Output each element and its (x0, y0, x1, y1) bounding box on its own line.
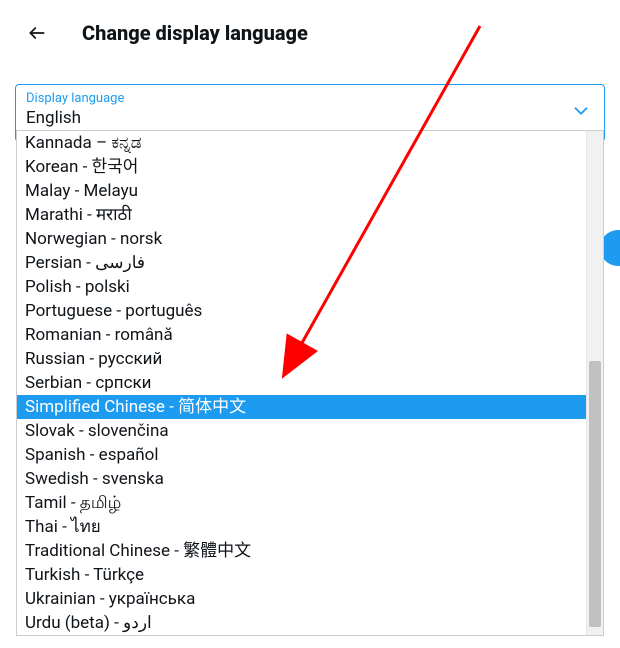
language-option[interactable]: Romanian - română (17, 323, 586, 347)
header: Change display language (0, 0, 620, 66)
language-dropdown: Kannada – ಕನ್ನಡKorean - 한국어Malay - Melay… (16, 130, 604, 636)
language-option[interactable]: Norwegian - norsk (17, 227, 586, 251)
language-option[interactable]: Marathi - मराठी (17, 203, 586, 227)
language-option[interactable]: Turkish - Türkçe (17, 563, 586, 587)
select-value: English (26, 108, 594, 128)
back-button[interactable] (20, 16, 54, 50)
language-option[interactable]: Swedish - svenska (17, 467, 586, 491)
language-option[interactable]: Simplified Chinese - 简体中文 (17, 395, 586, 419)
scrollbar-track[interactable] (586, 131, 603, 635)
arrow-left-icon (27, 23, 47, 43)
language-option[interactable]: Slovak - slovenčina (17, 419, 586, 443)
language-option[interactable]: Portuguese - português (17, 299, 586, 323)
chevron-down-icon (570, 100, 592, 126)
language-option[interactable]: Malay - Melayu (17, 179, 586, 203)
language-option[interactable]: Persian - فارسی (17, 251, 586, 275)
language-option[interactable]: Polish - polski (17, 275, 586, 299)
select-label: Display language (26, 91, 594, 106)
language-option[interactable]: Spanish - español (17, 443, 586, 467)
page-title: Change display language (82, 21, 308, 45)
language-option[interactable]: Russian - русский (17, 347, 586, 371)
options-list: Kannada – ಕನ್ನಡKorean - 한국어Malay - Melay… (17, 131, 586, 635)
scrollbar-thumb[interactable] (589, 361, 601, 627)
language-option[interactable]: Urdu (beta) - اردو (17, 611, 586, 635)
language-option[interactable]: Thai - ไทย (17, 515, 586, 539)
language-option[interactable]: Serbian - српски (17, 371, 586, 395)
language-option[interactable]: Kannada – ಕನ್ನಡ (17, 131, 586, 155)
language-option[interactable]: Korean - 한국어 (17, 155, 586, 179)
language-option[interactable]: Tamil - தமிழ் (17, 491, 586, 515)
language-option[interactable]: Traditional Chinese - 繁體中文 (17, 539, 586, 563)
language-option[interactable]: Ukrainian - українська (17, 587, 586, 611)
